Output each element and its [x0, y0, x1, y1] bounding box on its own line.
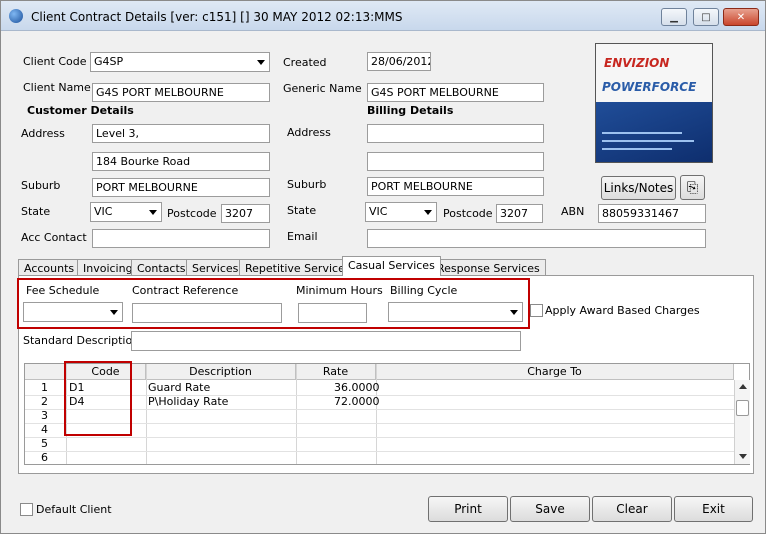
grid-header-rate[interactable]: Rate	[296, 364, 376, 380]
company-logo: ENVIZION POWERFORCE	[595, 43, 713, 163]
tab-response-services[interactable]: Response Services	[431, 259, 546, 276]
client-contract-window: Client Contract Details [ver: c151] [] 3…	[0, 0, 766, 534]
paperclip-icon: ⎘	[686, 179, 699, 196]
grid-header-description[interactable]: Description	[146, 364, 296, 380]
tab-casual-services[interactable]: Casual Services	[342, 256, 441, 276]
email-field[interactable]	[367, 229, 706, 248]
billing-address-label: Address	[287, 126, 331, 139]
cell-description[interactable]: P\Holiday Rate	[148, 395, 228, 408]
minimize-button[interactable]: ▁	[661, 8, 687, 26]
close-button[interactable]: ✕	[723, 8, 759, 26]
default-client-label: Default Client	[36, 503, 112, 516]
app-icon	[9, 9, 23, 23]
row-number: 3	[41, 409, 48, 422]
highlight-box-code-column	[64, 361, 132, 436]
apply-award-checkbox[interactable]	[530, 304, 543, 317]
apply-award-label: Apply Award Based Charges	[545, 304, 700, 317]
billing-suburb-label: Suburb	[287, 178, 327, 191]
customer-address1-field[interactable]: Level 3,	[92, 124, 270, 143]
row-number: 4	[41, 423, 48, 436]
customer-details-heading: Customer Details	[27, 104, 134, 117]
maximize-icon: □	[701, 11, 711, 23]
window-title: Client Contract Details [ver: c151] [] 3…	[31, 10, 403, 24]
tab-repetitive-services[interactable]: Repetitive Services	[239, 259, 357, 276]
customer-postcode-label: Postcode	[167, 207, 217, 220]
customer-suburb-field[interactable]: PORT MELBOURNE	[92, 178, 270, 197]
cell-rate[interactable]: 72.0000	[334, 395, 380, 408]
grid-vertical-scrollbar[interactable]	[734, 380, 750, 464]
generic-name-label: Generic Name	[283, 82, 362, 95]
standard-description-field[interactable]	[131, 331, 521, 351]
customer-state-combo[interactable]: VIC	[90, 202, 162, 222]
client-code-combo[interactable]: G4SP	[90, 52, 270, 72]
generic-name-field[interactable]: G4S PORT MELBOURNE	[367, 83, 544, 102]
customer-suburb-label: Suburb	[21, 179, 61, 192]
row-number: 1	[41, 381, 48, 394]
row-number: 5	[41, 437, 48, 450]
row-number: 6	[41, 451, 48, 464]
scroll-up-icon[interactable]	[739, 384, 747, 389]
billing-details-heading: Billing Details	[367, 104, 454, 117]
minimize-icon: ▁	[670, 11, 678, 23]
customer-address-label: Address	[21, 127, 65, 140]
created-label: Created	[283, 56, 327, 69]
tab-invoicing[interactable]: Invoicing	[77, 259, 139, 276]
acc-contact-label: Acc Contact	[21, 231, 87, 244]
standard-description-label: Standard Description	[23, 334, 140, 347]
email-label: Email	[287, 230, 318, 243]
client-name-label: Client Name	[23, 81, 91, 94]
chevron-down-icon	[149, 210, 157, 215]
grid-header-charge-to[interactable]: Charge To	[376, 364, 734, 380]
charges-grid[interactable]: Code Description Rate Charge To 1 D1 Gua…	[24, 363, 750, 465]
billing-state-combo[interactable]: VIC	[365, 202, 437, 222]
cell-description[interactable]: Guard Rate	[148, 381, 210, 394]
links-notes-button[interactable]: Links/Notes	[601, 176, 676, 200]
cell-rate[interactable]: 36.0000	[334, 381, 380, 394]
tab-contacts[interactable]: Contacts	[131, 259, 192, 276]
billing-state-label: State	[287, 204, 317, 217]
customer-address2-field[interactable]: 184 Bourke Road	[92, 152, 270, 171]
clear-button[interactable]: Clear	[592, 496, 672, 522]
highlight-box-fields	[17, 278, 530, 329]
scroll-thumb[interactable]	[736, 400, 749, 416]
tab-services[interactable]: Services	[186, 259, 245, 276]
scroll-down-icon[interactable]	[739, 454, 747, 459]
print-button[interactable]: Print	[428, 496, 508, 522]
billing-postcode-field[interactable]: 3207	[496, 204, 543, 223]
client-name-field[interactable]: G4S PORT MELBOURNE	[92, 83, 270, 102]
abn-label: ABN	[561, 205, 585, 218]
grid-corner	[25, 364, 66, 380]
default-client-checkbox[interactable]	[20, 503, 33, 516]
customer-state-label: State	[21, 205, 51, 218]
acc-contact-field[interactable]	[92, 229, 270, 248]
table-row[interactable]: 6	[25, 451, 734, 465]
customer-state-value: VIC	[94, 205, 113, 218]
chevron-down-icon	[257, 60, 265, 65]
table-row[interactable]: 5	[25, 437, 734, 451]
customer-postcode-field[interactable]: 3207	[221, 204, 270, 223]
billing-suburb-field[interactable]: PORT MELBOURNE	[367, 177, 544, 196]
exit-button[interactable]: Exit	[674, 496, 753, 522]
logo-powerforce-text: POWERFORCE	[602, 80, 697, 94]
chevron-down-icon	[424, 210, 432, 215]
client-code-value: G4SP	[94, 55, 124, 68]
client-code-label: Client Code	[23, 55, 87, 68]
save-button[interactable]: Save	[510, 496, 590, 522]
created-field[interactable]: 28/06/2012	[367, 52, 431, 71]
attachment-button[interactable]: ⎘	[680, 175, 705, 200]
billing-address2-field[interactable]	[367, 152, 544, 171]
maximize-button[interactable]: □	[693, 8, 719, 26]
tab-accounts[interactable]: Accounts	[18, 259, 81, 276]
billing-state-value: VIC	[369, 205, 388, 218]
title-bar[interactable]: Client Contract Details [ver: c151] [] 3…	[1, 1, 765, 31]
abn-field[interactable]: 88059331467	[598, 204, 706, 223]
close-icon: ✕	[736, 11, 746, 23]
row-number: 2	[41, 395, 48, 408]
billing-postcode-label: Postcode	[443, 207, 493, 220]
logo-envizion-text: ENVIZION	[604, 56, 670, 70]
billing-address1-field[interactable]	[367, 124, 544, 143]
